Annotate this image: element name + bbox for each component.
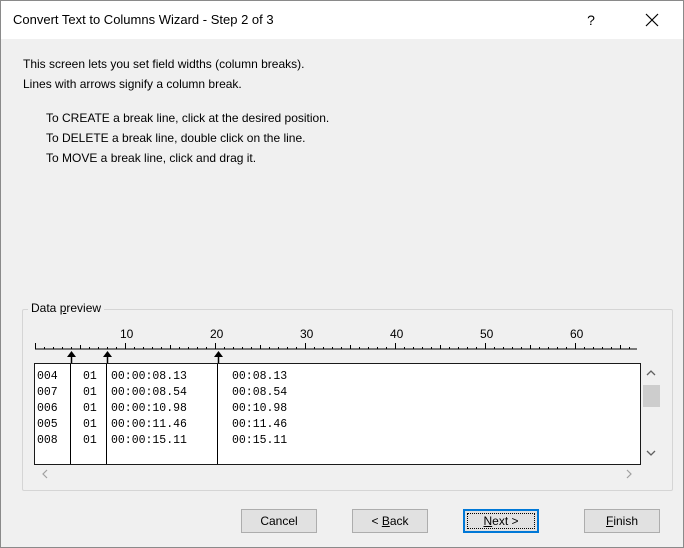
- ruler-label-30: 30: [300, 327, 314, 341]
- instruction-line-1: This screen lets you set field widths (c…: [23, 57, 305, 71]
- ruler-label-60: 60: [570, 327, 584, 341]
- column-ruler[interactable]: 10 20 30 40 50 60: [35, 327, 637, 367]
- preview-row: 005 01 00:00:11.46 00:11.46: [37, 418, 288, 431]
- break-arrow-1[interactable]: [67, 351, 76, 363]
- vertical-scroll-thumb[interactable]: [643, 385, 660, 407]
- preview-vertical-scrollbar[interactable]: [641, 363, 660, 465]
- scroll-down-icon[interactable]: [645, 447, 657, 459]
- data-preview-pane[interactable]: 004 01 00:00:08.13 00:08.13 007 01 00:00…: [34, 363, 641, 465]
- help-button[interactable]: ?: [571, 5, 611, 35]
- ruler-label-40: 40: [390, 327, 404, 341]
- data-preview-label: Data preview: [28, 301, 105, 315]
- preview-horizontal-scrollbar[interactable]: [34, 465, 641, 483]
- close-icon: [645, 13, 659, 27]
- preview-row: 004 01 00:00:08.13 00:08.13: [37, 370, 288, 383]
- window-title: Convert Text to Columns Wizard - Step 2 …: [13, 12, 274, 27]
- preview-row: 008 01 00:00:15.11 00:15.11: [37, 434, 288, 447]
- instruction-move: To MOVE a break line, click and drag it.: [46, 151, 257, 165]
- break-arrow-3[interactable]: [214, 351, 223, 363]
- ruler-label-50: 50: [480, 327, 494, 341]
- break-arrow-2[interactable]: [103, 351, 112, 363]
- focus-rect: [467, 513, 535, 529]
- text-to-columns-dialog: Convert Text to Columns Wizard - Step 2 …: [0, 0, 684, 548]
- scroll-up-icon[interactable]: [645, 367, 657, 379]
- back-button[interactable]: < Back: [352, 509, 428, 533]
- preview-row: 006 01 00:00:10.98 00:10.98: [37, 402, 288, 415]
- cancel-button[interactable]: Cancel: [241, 509, 317, 533]
- instruction-delete: To DELETE a break line, double click on …: [46, 131, 306, 145]
- ruler-label-10: 10: [120, 327, 134, 341]
- scroll-left-icon[interactable]: [40, 469, 50, 479]
- preview-row: 007 01 00:00:08.54 00:08.54: [37, 386, 288, 399]
- close-button[interactable]: [629, 5, 675, 35]
- title-bar[interactable]: Convert Text to Columns Wizard - Step 2 …: [1, 1, 683, 39]
- ruler-label-20: 20: [210, 327, 224, 341]
- instruction-create: To CREATE a break line, click at the des…: [46, 111, 330, 125]
- next-button[interactable]: Next >: [463, 509, 539, 533]
- scroll-right-icon[interactable]: [624, 469, 634, 479]
- finish-button[interactable]: Finish: [584, 509, 660, 533]
- instruction-line-2: Lines with arrows signify a column break…: [23, 77, 242, 91]
